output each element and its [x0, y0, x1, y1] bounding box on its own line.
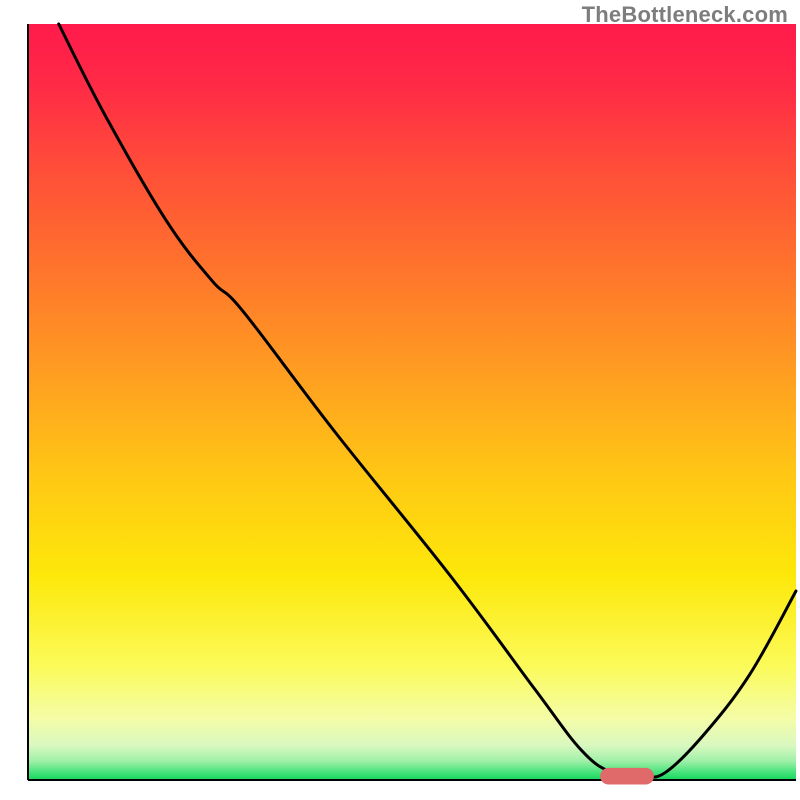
watermark-text: TheBottleneck.com [582, 2, 788, 28]
optimal-marker [600, 768, 654, 785]
chart-container: TheBottleneck.com [0, 0, 800, 800]
plot-background [28, 24, 796, 780]
bottleneck-chart [0, 0, 800, 800]
